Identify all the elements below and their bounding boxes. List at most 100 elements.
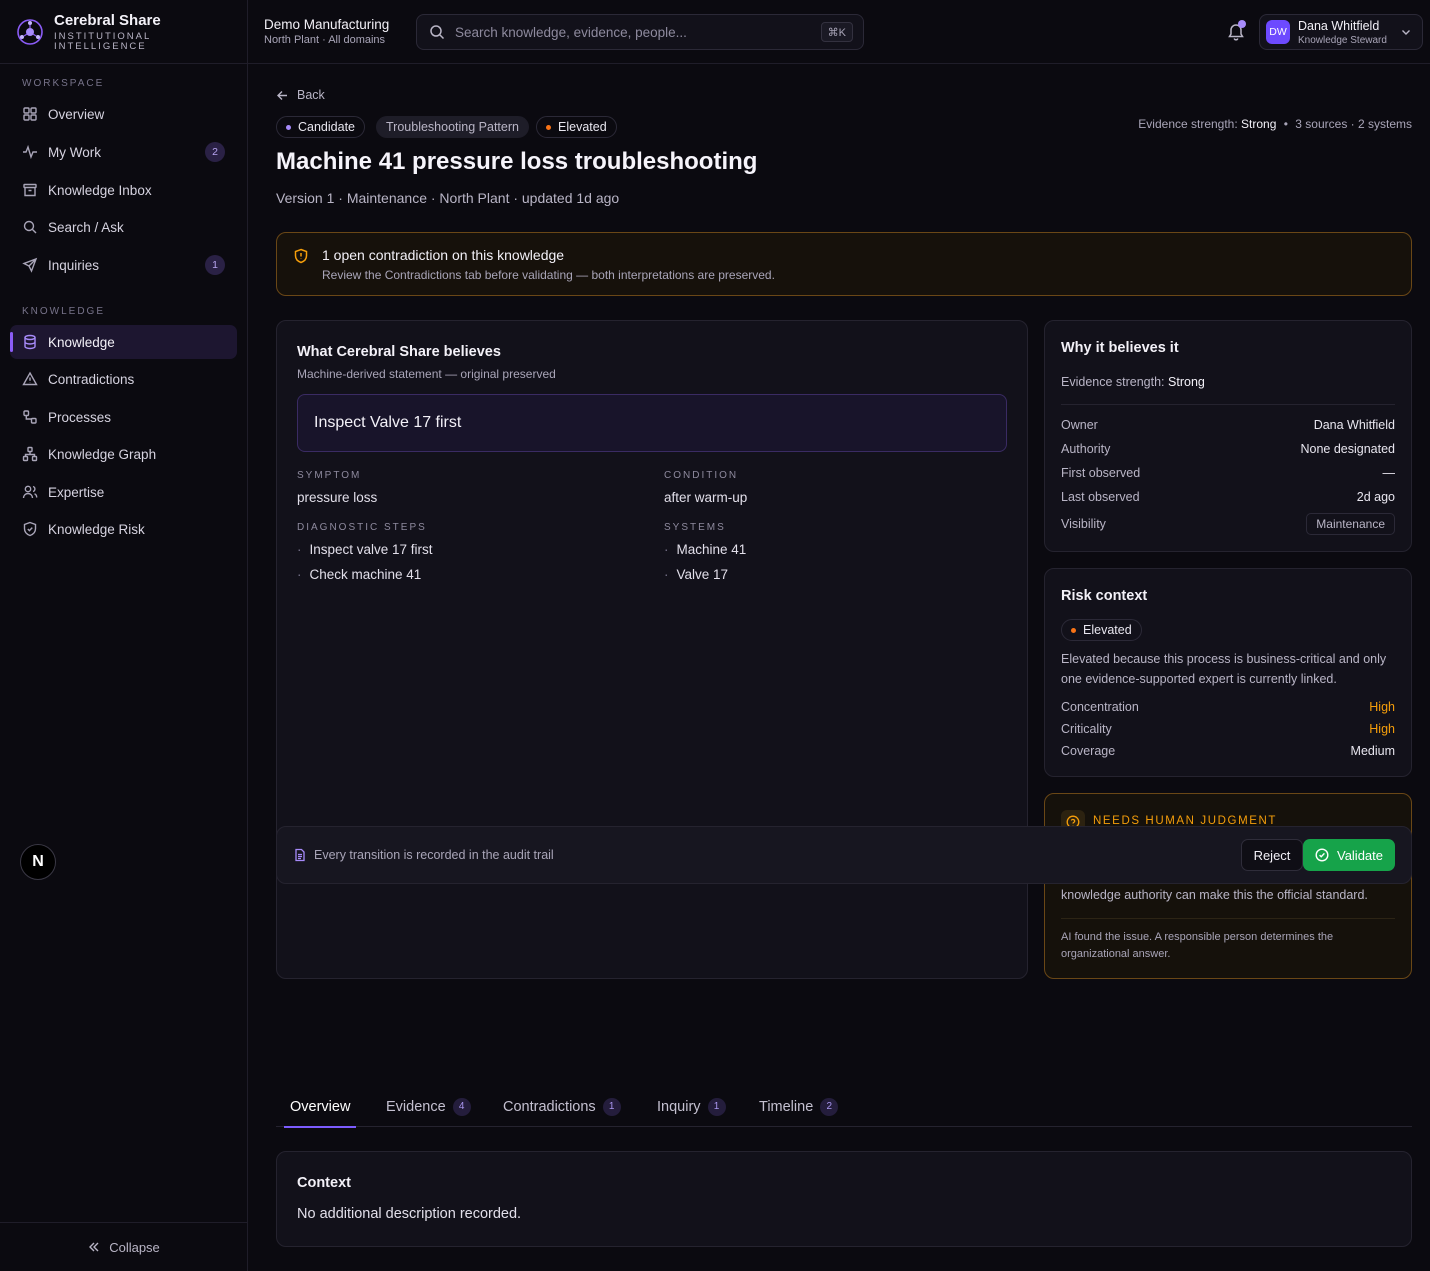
decision-action-bar: Every transition is recorded in the audi… — [276, 826, 1412, 884]
user-avatar: DW — [1266, 20, 1290, 44]
status-label: Candidate — [298, 120, 355, 134]
sidebar-item-overview[interactable]: Overview — [10, 97, 237, 131]
workspace-avatar[interactable]: N — [20, 844, 56, 880]
concentration-value: High — [1369, 700, 1395, 714]
brand[interactable]: Cerebral Share INSTITUTIONAL INTELLIGENC… — [0, 0, 247, 64]
why-card: Why it believes it Evidence strength: St… — [1044, 320, 1412, 552]
tab-timeline[interactable]: Timeline 2 — [753, 1086, 844, 1127]
system-item[interactable]: Valve 17 — [664, 567, 729, 582]
tab-overview[interactable]: Overview — [284, 1086, 357, 1128]
sidebar: Cerebral Share INSTITUTIONAL INTELLIGENC… — [0, 0, 248, 1271]
separator-dot: • — [1283, 117, 1288, 131]
criticality-label: Criticality — [1061, 722, 1112, 736]
sidebar-item-expertise[interactable]: Expertise — [10, 475, 237, 509]
search-input[interactable] — [455, 24, 815, 40]
sidebar-item-label: Knowledge — [48, 334, 115, 350]
system-item[interactable]: Machine 41 — [664, 542, 747, 557]
risk-label: Elevated — [558, 120, 607, 134]
brand-tagline-line-2: INTELLIGENCE — [54, 40, 147, 52]
coverage-label: Coverage — [1061, 744, 1116, 758]
sidebar-item-label: Contradictions — [48, 371, 135, 387]
diagnostic-step-item: Check machine 41 — [297, 567, 422, 582]
contradiction-alert[interactable]: 1 open contradiction on this knowledge R… — [276, 232, 1412, 296]
arrow-left-icon — [276, 89, 289, 102]
notification-dot — [1238, 20, 1246, 28]
tab-inquiry[interactable]: Inquiry 1 — [651, 1086, 732, 1127]
risk-heading: Risk context — [1061, 588, 1148, 604]
divider — [1061, 404, 1395, 405]
user-role: Knowledge Steward — [1298, 34, 1387, 46]
diagnostic-step-item: Inspect valve 17 first — [297, 542, 433, 557]
send-icon — [22, 257, 38, 273]
believed-statement: Inspect Valve 17 first — [297, 394, 1007, 452]
judgment-body: knowledge authority can make this the of… — [1061, 888, 1368, 902]
concentration-label: Concentration — [1061, 700, 1139, 714]
human-judgment-card: NEEDS HUMAN JUDGMENT knowledge authority… — [1044, 793, 1412, 979]
back-label: Back — [297, 88, 325, 102]
page-meta: Version 1 · Maintenance · North Plant · … — [276, 190, 620, 206]
global-search[interactable]: ⌘K — [416, 14, 864, 50]
reject-button[interactable]: Reject — [1241, 839, 1303, 871]
believes-heading: What Cerebral Share believes — [297, 344, 501, 360]
org-switcher[interactable]: Demo Manufacturing North Plant · All dom… — [264, 17, 389, 46]
tab-label: Inquiry — [657, 1098, 701, 1115]
status-badge: Candidate — [276, 116, 365, 138]
notifications-button[interactable] — [1226, 20, 1246, 42]
tab-evidence[interactable]: Evidence 4 — [380, 1086, 477, 1127]
nav-section-knowledge: KNOWLEDGE — [22, 306, 106, 317]
database-icon — [22, 334, 38, 350]
alert-body: Review the Contradictions tab before val… — [322, 268, 775, 282]
sidebar-item-processes[interactable]: Processes — [10, 400, 237, 434]
sidebar-item-knowledge[interactable]: Knowledge — [10, 325, 237, 359]
inquiries-count-badge: 1 — [205, 255, 225, 275]
sidebar-item-my-work[interactable]: My Work 2 — [10, 135, 237, 169]
owner-label: Owner — [1061, 418, 1098, 432]
users-icon — [22, 484, 38, 500]
condition-value: after warm-up — [664, 490, 748, 505]
context-heading: Context — [297, 1175, 351, 1191]
status-dot — [286, 124, 291, 130]
brand-tagline-line-1: INSTITUTIONAL — [54, 30, 152, 42]
collapse-button[interactable]: Collapse — [0, 1222, 247, 1271]
risk-description: Elevated because this process is busines… — [1061, 652, 1387, 686]
context-body: No additional description recorded. — [297, 1206, 522, 1222]
sidebar-item-inquiries[interactable]: Inquiries 1 — [10, 248, 237, 282]
brand-name: Cerebral Share — [54, 11, 161, 29]
validate-label: Validate — [1336, 847, 1383, 863]
risk-level-badge: Elevated — [1061, 619, 1142, 641]
alert-title: 1 open contradiction on this knowledge — [322, 247, 565, 263]
brand-tagline: INSTITUTIONAL INTELLIGENCE — [54, 30, 161, 52]
brand-logo-icon — [16, 18, 44, 46]
sidebar-item-knowledge-graph[interactable]: Knowledge Graph — [10, 437, 237, 471]
audit-trail-note: Every transition is recorded in the audi… — [314, 848, 554, 862]
graph-icon — [22, 446, 38, 462]
sidebar-item-contradictions[interactable]: Contradictions — [10, 362, 237, 396]
back-link[interactable]: Back — [276, 88, 325, 102]
evidence-strength-label: Evidence strength: — [1138, 117, 1238, 131]
tab-label: Contradictions — [503, 1098, 596, 1115]
risk-badge: Elevated — [536, 116, 617, 138]
risk-level-label: Elevated — [1083, 623, 1132, 637]
user-name: Dana Whitfield — [1298, 18, 1380, 33]
check-circle-icon — [1315, 848, 1329, 862]
coverage-value: Medium — [1350, 744, 1395, 758]
risk-level-dot — [1071, 627, 1076, 633]
tab-count-badge: 4 — [452, 1097, 471, 1116]
warning-triangle-icon — [22, 371, 38, 387]
sidebar-item-label: Inquiries — [48, 257, 100, 273]
user-menu[interactable]: DW Dana Whitfield Knowledge Steward — [1259, 14, 1423, 50]
sidebar-item-knowledge-risk[interactable]: Knowledge Risk — [10, 512, 237, 546]
validate-button[interactable]: Validate — [1303, 839, 1395, 871]
sidebar-item-search-ask[interactable]: Search / Ask — [10, 210, 237, 244]
topbar: Demo Manufacturing North Plant · All dom… — [248, 0, 1430, 64]
nav-section-workspace: WORKSPACE — [22, 78, 105, 89]
evidence-strength-value: Strong — [1241, 117, 1277, 131]
first-observed-label: First observed — [1061, 466, 1141, 480]
tab-count-badge: 1 — [707, 1097, 726, 1116]
tab-contradictions[interactable]: Contradictions 1 — [497, 1086, 627, 1127]
search-icon — [22, 219, 38, 235]
authority-value: None designated — [1300, 442, 1395, 456]
sidebar-item-knowledge-inbox[interactable]: Knowledge Inbox — [10, 173, 237, 207]
my-work-count-badge: 2 — [205, 142, 225, 162]
collapse-label: Collapse — [109, 1239, 160, 1255]
